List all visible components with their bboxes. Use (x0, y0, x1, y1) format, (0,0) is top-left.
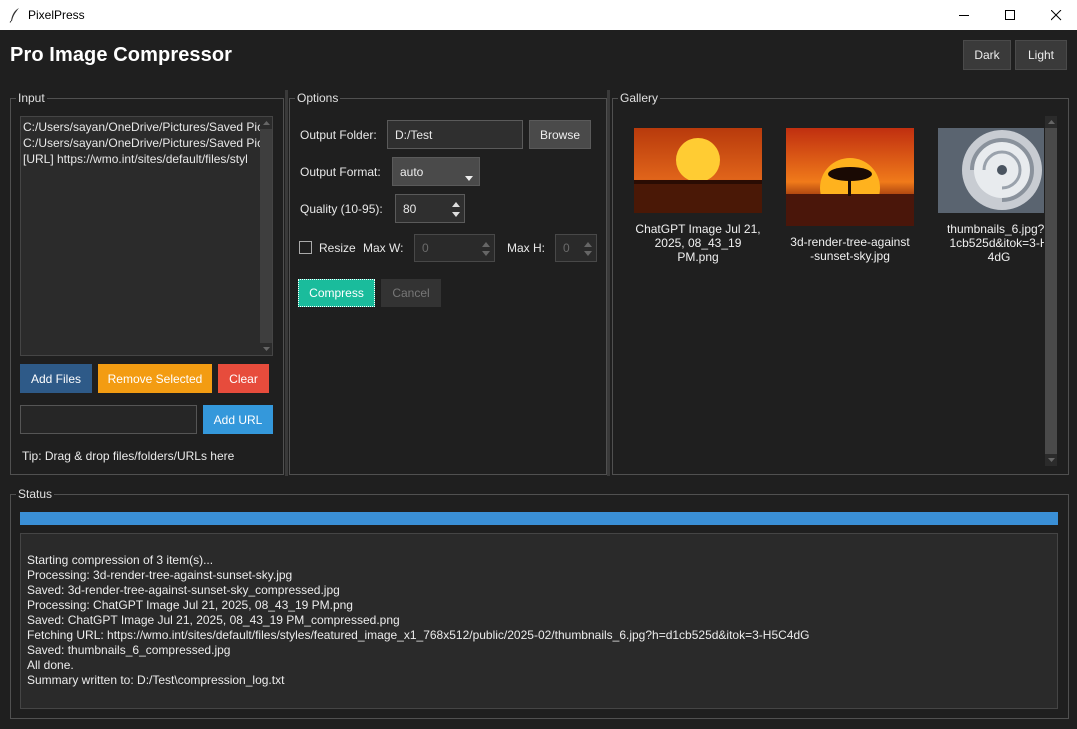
add-url-button[interactable]: Add URL (203, 405, 273, 434)
max-height-spinbox[interactable]: 0 (555, 234, 597, 262)
gallery-viewport: ChatGPT Image Jul 21, 2025, 08_43_19 PM.… (620, 115, 1044, 467)
sunset-image (634, 128, 762, 213)
resize-label: Resize (319, 241, 356, 255)
output-format-select[interactable]: auto (392, 157, 480, 186)
quality-spinbox[interactable]: 80 (395, 194, 465, 223)
file-list-item[interactable]: C:/Users/sayan/OneDrive/Pictures/Saved P… (23, 135, 266, 151)
gallery-thumbnail[interactable] (786, 128, 914, 226)
compress-button[interactable]: Compress (298, 279, 375, 307)
dark-theme-button[interactable]: Dark (963, 40, 1011, 70)
scroll-down-icon[interactable] (260, 343, 272, 355)
log-line: Fetching URL: https://wmo.int/sites/defa… (27, 628, 810, 642)
hurricane-image (938, 128, 1044, 213)
gallery-thumbnail[interactable] (938, 128, 1044, 213)
drag-drop-tip: Tip: Drag & drop files/folders/URLs here (22, 449, 235, 463)
clear-button[interactable]: Clear (218, 364, 269, 393)
file-list-item[interactable]: [URL] https://wmo.int/sites/default/file… (23, 151, 248, 167)
spin-arrows-icon[interactable] (450, 197, 462, 222)
quality-value: 80 (403, 201, 417, 216)
log-line: Saved: ChatGPT Image Jul 21, 2025, 08_43… (27, 613, 400, 627)
close-icon[interactable] (1033, 0, 1077, 30)
title-bar: PixelPress (0, 0, 1077, 30)
resize-checkbox[interactable] (299, 241, 312, 254)
scroll-up-icon[interactable] (1045, 116, 1057, 128)
maximize-icon[interactable] (987, 0, 1033, 30)
feather-icon (9, 8, 19, 23)
log-line: Processing: 3d-render-tree-against-sunse… (27, 568, 293, 582)
output-folder-label: Output Folder: (300, 128, 377, 142)
log-line: Saved: 3d-render-tree-against-sunset-sky… (27, 583, 340, 597)
app-heading: Pro Image Compressor (10, 44, 233, 66)
input-group-label: Input (16, 91, 47, 105)
browse-button[interactable]: Browse (529, 120, 591, 149)
max-width-value: 0 (422, 241, 429, 255)
max-width-label: Max W: (363, 241, 404, 255)
gallery-thumbnail[interactable] (634, 128, 762, 213)
progress-bar (20, 512, 1058, 525)
cancel-button[interactable]: Cancel (381, 279, 441, 307)
log-line: Processing: ChatGPT Image Jul 21, 2025, … (27, 598, 353, 612)
panel-sash[interactable] (285, 90, 288, 476)
gallery-caption: ChatGPT Image Jul 21, 2025, 08_43_19 PM.… (635, 222, 761, 264)
status-group-label: Status (16, 487, 55, 501)
log-line: Saved: thumbnails_6_compressed.jpg (27, 643, 231, 657)
scroll-thumb[interactable] (1045, 128, 1057, 454)
progress-fill (20, 512, 1058, 525)
max-height-value: 0 (563, 241, 570, 255)
tree-sunset-image (786, 128, 914, 226)
file-list-item[interactable]: C:/Users/sayan/OneDrive/Pictures/Saved P… (23, 119, 266, 135)
log-line: All done. (27, 658, 74, 672)
gallery-scrollbar[interactable] (1045, 116, 1057, 466)
spin-arrows-icon[interactable] (480, 237, 492, 261)
output-folder-input[interactable]: D:/Test (387, 120, 523, 149)
log-line: Summary written to: D:/Test\compression_… (27, 673, 285, 687)
gallery-caption: thumbnails_6.jpg?h 1cb525d&itok=3-H 4dG (946, 222, 1044, 264)
scroll-up-icon[interactable] (260, 117, 272, 129)
panel-sash[interactable] (607, 90, 610, 476)
max-height-label: Max H: (507, 241, 546, 255)
gallery-caption: 3d-render-tree-against -sunset-sky.jpg (790, 235, 910, 263)
max-width-spinbox[interactable]: 0 (414, 234, 495, 262)
gallery-group-label: Gallery (618, 91, 661, 105)
status-log[interactable]: Starting compression of 3 item(s)... Proc… (20, 533, 1058, 709)
file-list-scrollbar[interactable] (260, 117, 272, 355)
chevron-down-icon (465, 176, 473, 181)
quality-label: Quality (10-95): (300, 202, 383, 216)
light-theme-button[interactable]: Light (1015, 40, 1067, 70)
spin-arrows-icon[interactable] (582, 237, 594, 261)
log-line: Starting compression of 3 item(s)... (27, 553, 214, 567)
output-format-value: auto (400, 164, 424, 179)
scroll-down-icon[interactable] (1045, 454, 1057, 466)
output-format-label: Output Format: (300, 165, 381, 179)
remove-selected-button[interactable]: Remove Selected (98, 364, 212, 393)
add-files-button[interactable]: Add Files (20, 364, 92, 393)
file-listbox[interactable]: C:/Users/sayan/OneDrive/Pictures/Saved P… (20, 116, 273, 356)
window-title: PixelPress (28, 8, 85, 22)
options-group-label: Options (295, 91, 341, 105)
scroll-thumb[interactable] (260, 129, 272, 343)
minimize-icon[interactable] (941, 0, 987, 30)
url-input[interactable] (20, 405, 197, 434)
